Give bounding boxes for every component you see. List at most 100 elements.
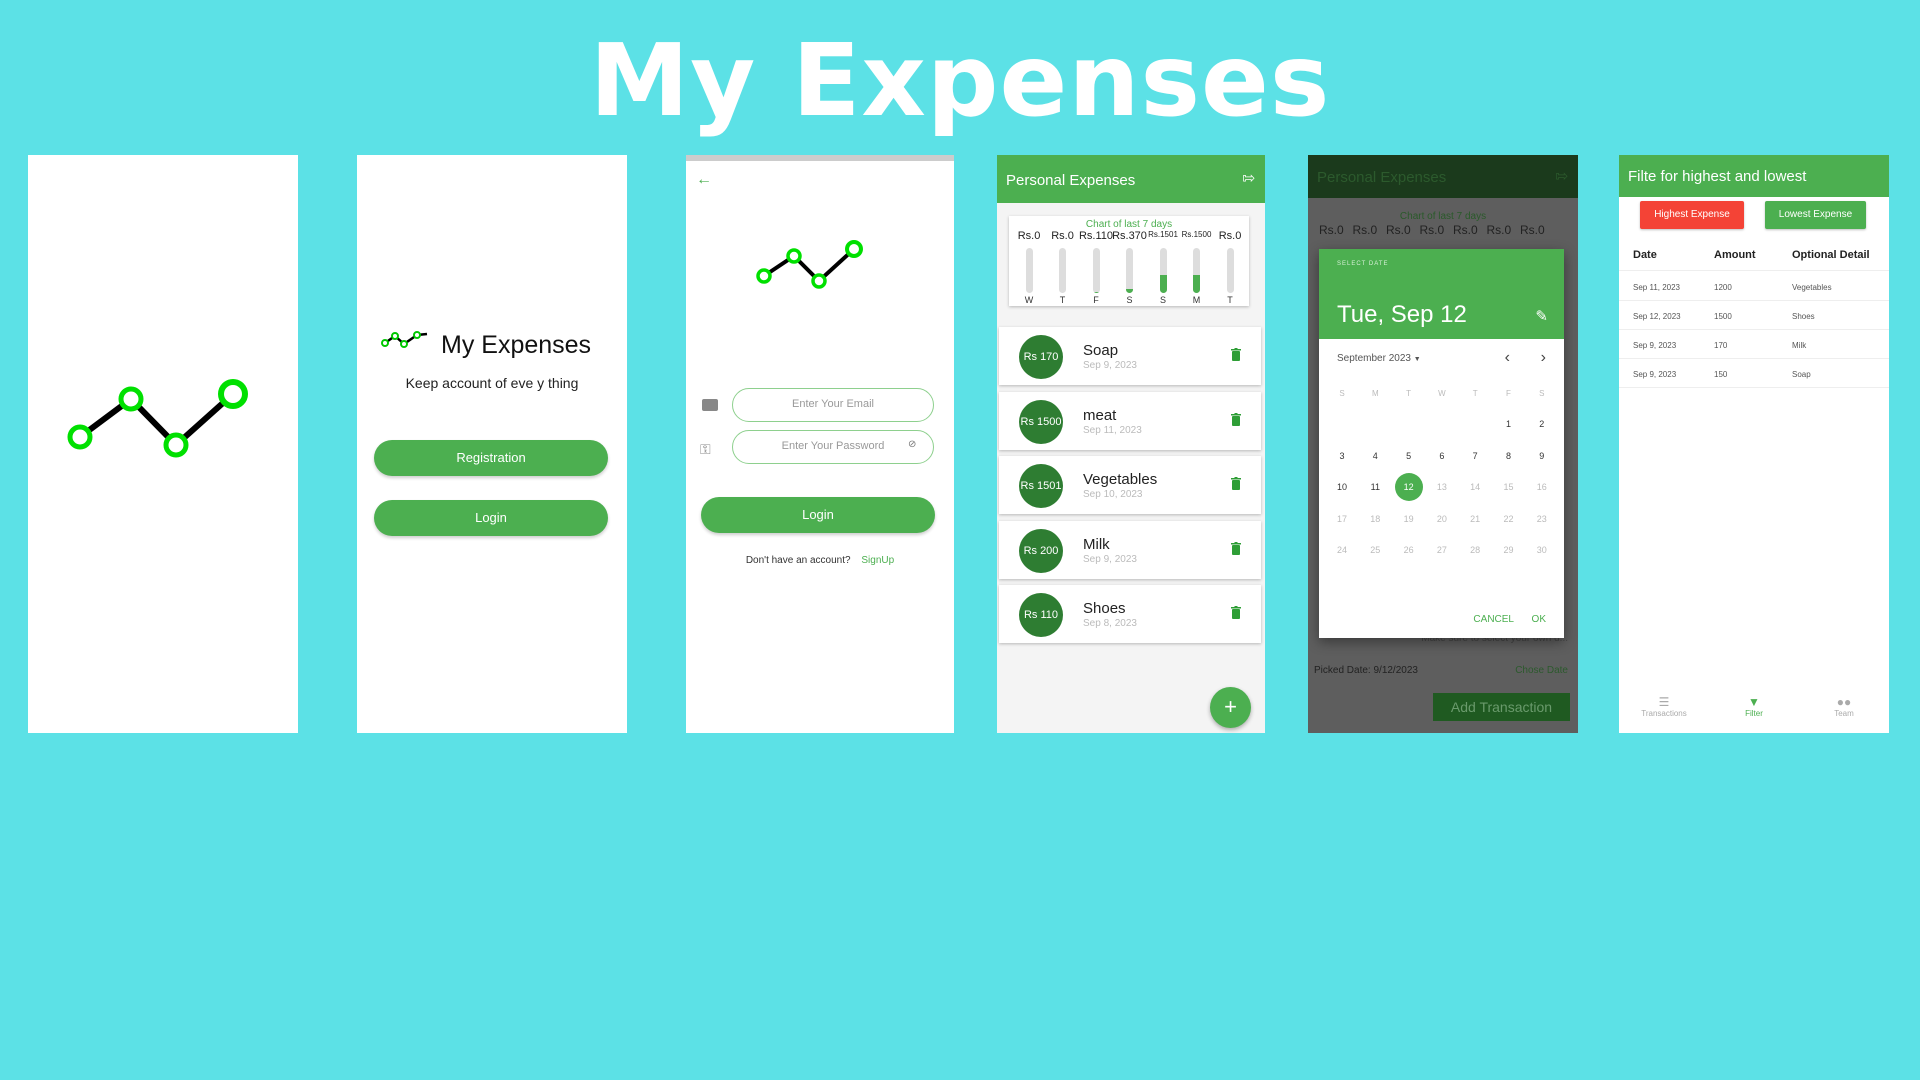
visibility-off-icon[interactable]: ⊘ bbox=[908, 439, 916, 450]
calendar-day[interactable]: 10 bbox=[1327, 482, 1357, 492]
chart-bar-fill bbox=[1092, 292, 1100, 293]
chart-value-label: Rs.0 bbox=[1419, 223, 1445, 237]
next-month-icon[interactable]: › bbox=[1541, 349, 1546, 367]
chart-day-label: T bbox=[1227, 295, 1233, 305]
weekday-label: T bbox=[1406, 389, 1412, 398]
calendar-day[interactable]: 1 bbox=[1494, 419, 1524, 429]
transaction-name: Vegetables bbox=[1083, 471, 1158, 488]
calendar-day: 16 bbox=[1536, 482, 1547, 492]
calendar-day: 15 bbox=[1503, 482, 1514, 492]
chart-bar bbox=[1226, 248, 1234, 293]
date-picker-screen: Personal Expenses ⇰ Chart of last 7 days… bbox=[1308, 155, 1578, 733]
transaction-name: meat bbox=[1083, 406, 1117, 424]
email-field[interactable]: Enter Your Email bbox=[732, 388, 934, 422]
add-button[interactable]: + bbox=[1210, 687, 1251, 728]
table-cell: 1200 bbox=[1714, 283, 1732, 292]
welcome-screen: My Expenses Keep account of eve y thing … bbox=[357, 155, 627, 733]
delete-icon[interactable] bbox=[1231, 412, 1241, 426]
chart-card: Chart of last 7 days Rs.0 W Rs.0 T Rs.110 F Rs… bbox=[1009, 216, 1249, 306]
table-cell: Sep 12, 2023 bbox=[1633, 312, 1681, 321]
app-name: My Expenses bbox=[441, 331, 592, 359]
add-transaction-button[interactable]: Add Transaction bbox=[1433, 693, 1570, 721]
logout-icon[interactable]: ⇰ bbox=[1242, 169, 1255, 187]
chart-title: Chart of last 7 days bbox=[1399, 211, 1487, 222]
chart-day-label: F bbox=[1093, 295, 1099, 305]
delete-icon[interactable] bbox=[1231, 606, 1241, 619]
app-bar: Personal Expenses ⇰ bbox=[1308, 155, 1578, 198]
transaction-date: Sep 11, 2023 bbox=[1083, 424, 1142, 436]
calendar-day[interactable]: 3 bbox=[1327, 451, 1357, 461]
login-button[interactable]: Login bbox=[701, 497, 935, 533]
calendar-day[interactable]: 9 bbox=[1527, 451, 1557, 461]
registration-button[interactable]: Registration bbox=[374, 440, 608, 476]
calendar-day-selected[interactable]: 12 bbox=[1394, 473, 1423, 501]
amount-avatar: Rs 110 bbox=[1019, 593, 1063, 637]
table-cell: 170 bbox=[1714, 341, 1728, 350]
calendar-day: 17 bbox=[1336, 513, 1347, 524]
transaction-name: Soap bbox=[1083, 342, 1119, 359]
chart-bar bbox=[1092, 248, 1100, 293]
ok-button[interactable]: OK bbox=[1532, 614, 1546, 625]
edit-icon[interactable]: ✎ bbox=[1535, 307, 1548, 325]
cancel-button[interactable]: CANCEL bbox=[1473, 614, 1514, 625]
calendar-day: 23 bbox=[1536, 513, 1547, 524]
login-button[interactable]: Login bbox=[374, 500, 608, 536]
delete-icon[interactable] bbox=[1231, 477, 1241, 490]
calendar-day[interactable]: 11 bbox=[1360, 482, 1390, 492]
table-row: Sep 9, 2023 150 Soap bbox=[1619, 359, 1889, 388]
chart-bar-fill bbox=[1126, 288, 1133, 293]
app-logo-icon bbox=[67, 379, 248, 458]
calendar-day[interactable]: 5 bbox=[1394, 451, 1424, 461]
nav-transactions[interactable]: ☰ Transactions bbox=[1619, 695, 1709, 718]
delete-icon[interactable] bbox=[1231, 541, 1241, 555]
chart-bar-fill bbox=[1193, 275, 1200, 293]
table-row: Sep 9, 2023 170 Milk bbox=[1619, 330, 1889, 359]
lowest-expense-button[interactable]: Lowest Expense bbox=[1765, 201, 1866, 229]
column-optional-detail: Optional Detail bbox=[1792, 249, 1870, 261]
filter-icon: ▼ bbox=[1748, 695, 1760, 709]
delete-icon[interactable] bbox=[1231, 348, 1241, 361]
chart-value-label: Rs.0 bbox=[1386, 223, 1411, 237]
tagline: Keep account of eve y thing bbox=[405, 375, 579, 391]
calendar-day: 19 bbox=[1403, 513, 1414, 524]
calendar-day[interactable]: 7 bbox=[1460, 451, 1490, 461]
column-date: Date bbox=[1633, 249, 1657, 261]
chart-value-label: Rs.0 bbox=[1486, 223, 1512, 237]
nav-filter[interactable]: ▼ Filter bbox=[1709, 695, 1799, 718]
calendar-day[interactable]: 2 bbox=[1527, 419, 1557, 429]
transaction-date: Sep 10, 2023 bbox=[1083, 489, 1143, 500]
status-bar bbox=[686, 155, 954, 161]
highest-expense-button[interactable]: Highest Expense bbox=[1640, 201, 1744, 229]
table-row: Sep 11, 2023 1200 Vegetables bbox=[1619, 272, 1889, 301]
calendar-day[interactable]: 6 bbox=[1427, 451, 1457, 461]
chose-date-link[interactable]: Chose Date bbox=[1515, 665, 1568, 676]
transaction-date: Sep 9, 2023 bbox=[1083, 553, 1137, 565]
amount-avatar: Rs 170 bbox=[1019, 335, 1063, 379]
month-dropdown[interactable]: September 2023 ▼ bbox=[1337, 353, 1421, 364]
weekly-chart: Rs.0 W Rs.0 T Rs.110 F Rs.370 S Rs.1501 S Rs.1500 M… bbox=[1009, 228, 1249, 306]
chart-day-label: M bbox=[1192, 295, 1201, 305]
calendar-day[interactable]: 8 bbox=[1494, 451, 1524, 461]
calendar-day[interactable]: 4 bbox=[1360, 451, 1390, 461]
signup-link[interactable]: SignUp bbox=[861, 555, 894, 566]
password-field[interactable]: Enter Your Password bbox=[732, 430, 934, 464]
calendar-day: 22 bbox=[1503, 513, 1514, 524]
chart-day-label: T bbox=[1059, 295, 1066, 305]
transaction-card: Rs 170 Soap Sep 9, 2023 bbox=[999, 327, 1261, 385]
weekday-label: S bbox=[1539, 389, 1545, 398]
team-icon: ●● bbox=[1836, 695, 1852, 709]
table-cell: Sep 9, 2023 bbox=[1633, 341, 1677, 350]
column-amount: Amount bbox=[1714, 249, 1756, 261]
prev-month-icon[interactable]: ‹ bbox=[1505, 349, 1510, 367]
calendar-day: 26 bbox=[1403, 545, 1414, 555]
chart-bar-fill bbox=[1159, 275, 1167, 293]
small-logo-icon bbox=[381, 331, 428, 348]
table-cell: Sep 9, 2023 bbox=[1633, 370, 1677, 379]
weekday-label: S bbox=[1339, 389, 1345, 398]
no-account-text: Don't have an account? bbox=[745, 555, 851, 566]
nav-team[interactable]: ●● Team bbox=[1799, 695, 1889, 718]
back-arrow-icon[interactable]: ← bbox=[696, 171, 712, 189]
login-screen: ← Enter Your Email ⚿ Enter Your Password… bbox=[686, 155, 954, 733]
chart-day-label: S bbox=[1159, 295, 1166, 305]
calendar-day: 30 bbox=[1536, 545, 1547, 555]
